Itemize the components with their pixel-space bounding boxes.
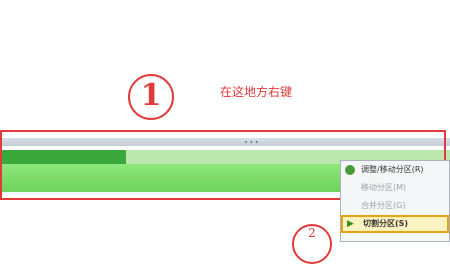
menu-item-label: 切割分区(S)	[363, 219, 409, 228]
step-marker-numeral-2: 2	[308, 226, 316, 240]
instruction-label: 在这地方右键	[220, 85, 293, 99]
arrow-right-icon: ▶	[347, 219, 354, 229]
menu-item-merge[interactable]: 合并分区(G)	[341, 197, 449, 215]
menu-item-split[interactable]: ▶ 切割分区(S)	[341, 215, 449, 233]
resize-icon	[345, 165, 355, 175]
menu-item-label: 移动分区(M)	[361, 183, 407, 192]
context-menu: 调整/移动分区(R) 移动分区(M) 合并分区(G) ▶ 切割分区(S)	[340, 160, 450, 242]
menu-item-move[interactable]: 移动分区(M)	[341, 179, 449, 197]
menu-item-label: 合并分区(G)	[361, 201, 406, 210]
step-marker-numeral: 1	[140, 78, 162, 113]
menu-item-resize-move[interactable]: 调整/移动分区(R)	[341, 161, 449, 179]
menu-item-label: 调整/移动分区(R)	[361, 165, 424, 174]
